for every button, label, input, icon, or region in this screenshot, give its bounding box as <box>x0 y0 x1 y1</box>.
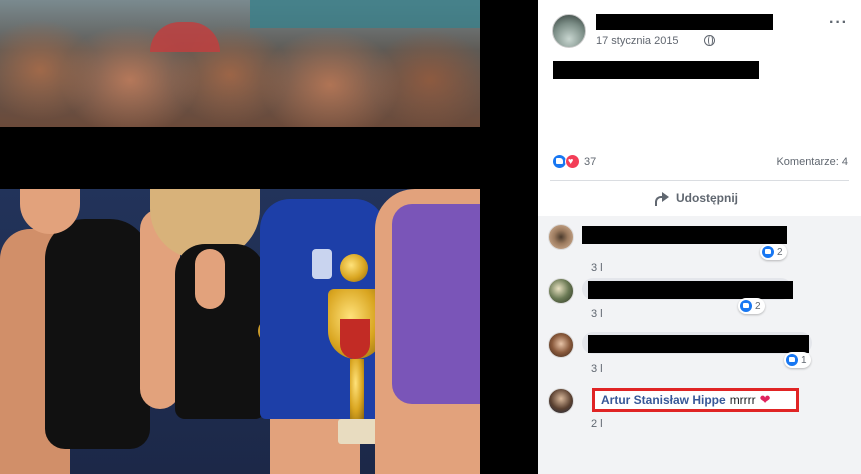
post-photo[interactable] <box>0 0 538 474</box>
photo-trophy-top <box>340 254 368 282</box>
comment-reactions[interactable]: 2 <box>738 298 765 314</box>
like-icon <box>786 354 798 366</box>
post-panel: 17 stycznia 2015 ··· ♥ 37 Komentarze: 4 … <box>538 0 861 474</box>
reactions-bar: ♥ 37 Komentarze: 4 <box>552 150 848 174</box>
like-icon <box>740 300 752 312</box>
redacted-author-name <box>596 14 773 30</box>
comment-time[interactable]: 2 l <box>591 418 603 430</box>
post-date[interactable]: 17 stycznia 2015 <box>596 35 679 47</box>
comment-reactions[interactable]: 1 <box>784 352 811 368</box>
photo-purple-swimsuit <box>392 204 480 404</box>
comment-time[interactable]: 3 l <box>591 308 603 320</box>
commenter-avatar[interactable] <box>548 224 574 250</box>
author-avatar[interactable] <box>552 14 586 48</box>
commenter-avatar[interactable] <box>548 278 574 304</box>
comment-reaction-count: 2 <box>777 246 783 258</box>
share-icon <box>654 191 670 206</box>
redacted-comment <box>582 226 787 244</box>
redacted-comment <box>588 281 793 299</box>
share-label: Udostępnij <box>676 191 738 205</box>
comment-time[interactable]: 3 l <box>591 262 603 274</box>
photo-shirt-logo <box>312 249 332 279</box>
comments-section: 2 3 l 2 3 l 1 3 l Artur Stanisław Hippe … <box>538 216 861 474</box>
photo-trophy-stem <box>350 359 364 419</box>
photo-hand-peace <box>195 249 225 309</box>
heart-emoji-icon: ❤ <box>759 392 771 407</box>
highlighted-comment-box: Artur Stanisław Hippe mrrrr ❤ <box>592 388 799 412</box>
action-row: Udostępnij <box>550 180 849 214</box>
photo-red-object <box>150 22 220 52</box>
reaction-count[interactable]: 37 <box>584 156 596 168</box>
globe-icon <box>704 35 715 46</box>
commenter-avatar[interactable] <box>548 388 574 414</box>
photo-trophy-red <box>340 319 370 359</box>
more-horizontal-icon[interactable]: ··· <box>829 15 848 31</box>
comment-text: mrrrr <box>729 393 756 407</box>
comments-count[interactable]: Komentarze: 4 <box>776 156 848 168</box>
post-header: 17 stycznia 2015 ··· <box>552 14 848 54</box>
like-icon <box>762 246 774 258</box>
comment-author[interactable]: Artur Stanisław Hippe <box>601 393 726 407</box>
photo-pool-background <box>250 0 480 28</box>
redacted-post-text <box>553 61 759 79</box>
love-icon[interactable]: ♥ <box>565 154 580 169</box>
redacted-comment <box>588 335 809 353</box>
photo-swimmers-trophy <box>0 189 480 474</box>
share-button[interactable]: Udostępnij <box>654 188 738 208</box>
photo-black-swimsuit <box>45 219 150 449</box>
photo-crowd-blurred <box>0 0 480 127</box>
comment-reaction-count: 2 <box>755 300 761 312</box>
comment-reactions[interactable]: 2 <box>760 244 787 260</box>
comment-time[interactable]: 3 l <box>591 363 603 375</box>
comment-reaction-count: 1 <box>801 354 807 366</box>
commenter-avatar[interactable] <box>548 332 574 358</box>
